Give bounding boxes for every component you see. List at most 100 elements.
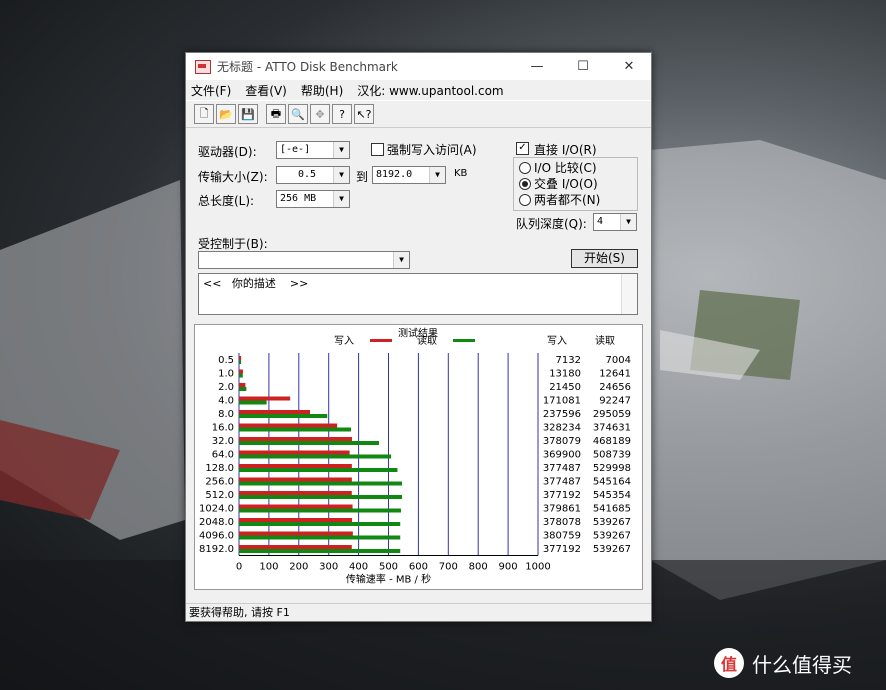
description-text: << 你的描述 >> xyxy=(203,277,309,290)
read-bar xyxy=(239,454,392,459)
read-value: 539267 xyxy=(593,517,631,528)
y-tick-label: 16.0 xyxy=(212,423,234,434)
write-value: 328234 xyxy=(543,423,581,434)
title-bar[interactable]: 无标题 - ATTO Disk Benchmark — ☐ ✕ xyxy=(186,53,651,80)
chevron-down-icon: ▼ xyxy=(620,214,636,230)
app-icon xyxy=(195,59,211,74)
minimize-button[interactable]: — xyxy=(514,53,560,80)
write-bar xyxy=(239,410,311,414)
y-tick-label: 4096.0 xyxy=(199,531,234,542)
write-legend-swatch xyxy=(370,339,392,342)
write-bar xyxy=(239,450,350,455)
io-compare-radio[interactable] xyxy=(519,162,531,174)
read-value: 545164 xyxy=(593,477,631,488)
read-bar xyxy=(239,549,401,553)
close-button[interactable]: ✕ xyxy=(606,53,652,80)
y-tick-label: 4.0 xyxy=(218,396,234,407)
read-value: 468189 xyxy=(593,436,631,447)
write-bar xyxy=(239,356,242,360)
read-legend-label: 读取 xyxy=(417,334,437,347)
total-length-label: 总长度(L): xyxy=(198,194,255,208)
direct-io-checkbox[interactable]: ✓ xyxy=(516,142,529,155)
read-bar xyxy=(239,481,403,486)
write-value: 378079 xyxy=(543,436,581,447)
x-tick-label: 700 xyxy=(439,562,458,573)
save-icon[interactable]: 💾 xyxy=(238,104,258,124)
y-tick-label: 8192.0 xyxy=(199,544,234,555)
move-icon[interactable]: ✥ xyxy=(310,104,330,124)
queue-depth-select[interactable]: 4 ▼ xyxy=(593,213,637,231)
x-tick-label: 300 xyxy=(319,562,338,573)
write-bar xyxy=(239,437,353,441)
x-tick-label: 400 xyxy=(349,562,368,573)
write-bar xyxy=(239,369,243,374)
io-compare-label: I/O 比较(C) xyxy=(534,161,597,175)
total-length-select[interactable]: 256 MB ▼ xyxy=(276,190,350,208)
start-button[interactable]: 开始(S) xyxy=(571,249,638,268)
chevron-down-icon: ▼ xyxy=(393,252,409,268)
y-tick-label: 1.0 xyxy=(218,369,234,380)
drive-select[interactable]: [-e-] ▼ xyxy=(276,141,350,159)
read-column-header: 读取 xyxy=(595,334,615,347)
read-value: 529998 xyxy=(593,463,631,474)
maximize-button[interactable]: ☐ xyxy=(560,53,606,80)
controlled-by-select[interactable]: ▼ xyxy=(198,251,410,269)
write-bar xyxy=(239,491,352,495)
context-help-icon[interactable]: ↖? xyxy=(354,104,374,124)
menu-help[interactable]: 帮助(H) xyxy=(301,82,343,99)
write-bar xyxy=(239,464,352,468)
read-bar xyxy=(239,360,242,364)
y-tick-label: 8.0 xyxy=(218,409,234,420)
transfer-to-select[interactable]: 8192.0 ▼ xyxy=(372,166,446,184)
print-icon[interactable]: 🖶 xyxy=(266,104,286,124)
force-write-checkbox[interactable] xyxy=(371,143,384,156)
transfer-from-select[interactable]: 0.5 ▼ xyxy=(276,166,350,184)
open-icon[interactable]: 📂 xyxy=(216,104,236,124)
write-value: 377487 xyxy=(543,463,581,474)
read-value: 374631 xyxy=(593,423,631,434)
y-tick-label: 256.0 xyxy=(205,477,234,488)
write-column-header: 写入 xyxy=(547,335,567,347)
transfer-to-value: 8192.0 xyxy=(376,169,413,180)
read-bar xyxy=(239,508,401,513)
write-value: 171081 xyxy=(543,396,581,407)
read-bar xyxy=(239,414,328,418)
write-value: 379861 xyxy=(543,504,581,515)
help-icon[interactable]: ? xyxy=(332,104,352,124)
write-value: 237596 xyxy=(543,409,581,420)
transfer-from-value: 0.5 xyxy=(297,169,317,180)
y-tick-label: 2.0 xyxy=(218,382,234,393)
menu-view[interactable]: 查看(V) xyxy=(245,82,287,99)
overlapped-io-label: 交叠 I/O(O) xyxy=(534,177,598,191)
neither-radio[interactable] xyxy=(519,194,531,206)
print-preview-icon[interactable]: 🔍 xyxy=(288,104,308,124)
watermark-badge: 值 xyxy=(714,648,744,678)
description-scrollbar[interactable] xyxy=(621,274,637,314)
read-value: 508739 xyxy=(593,450,631,461)
description-textarea[interactable]: << 你的描述 >> xyxy=(198,273,638,315)
write-bar xyxy=(239,504,353,509)
write-value: 369900 xyxy=(543,450,581,461)
menu-localization[interactable]: 汉化: www.upantool.com xyxy=(357,82,503,99)
overlapped-io-radio[interactable] xyxy=(519,178,531,190)
read-bar xyxy=(239,427,352,432)
status-bar: 要获得帮助, 请按 F1 xyxy=(186,603,651,621)
read-bar xyxy=(239,373,243,378)
new-icon[interactable]: 🗋 xyxy=(194,104,214,124)
x-tick-label: 600 xyxy=(409,562,428,573)
watermark-text: 什么值得买 xyxy=(752,652,852,677)
write-legend-label: 写入 xyxy=(334,335,354,347)
write-value: 377487 xyxy=(543,477,581,488)
results-panel: 测试结果 写入 读取 写入 读取 0 100 200 300 400 500 600 700 800 900… xyxy=(194,324,643,590)
to-label: 到 xyxy=(356,170,369,184)
write-value: 7132 xyxy=(556,355,581,366)
y-tick-label: 512.0 xyxy=(205,490,234,501)
read-value: 539267 xyxy=(593,544,631,555)
queue-depth-label: 队列深度(Q): xyxy=(516,217,587,231)
x-tick-label: 800 xyxy=(469,562,488,573)
write-bar xyxy=(239,545,352,549)
menu-file[interactable]: 文件(F) xyxy=(191,82,231,99)
read-bar xyxy=(239,387,247,391)
force-write-label: 强制写入访问(A) xyxy=(387,143,477,157)
transfer-size-label: 传输大小(Z): xyxy=(198,170,268,184)
